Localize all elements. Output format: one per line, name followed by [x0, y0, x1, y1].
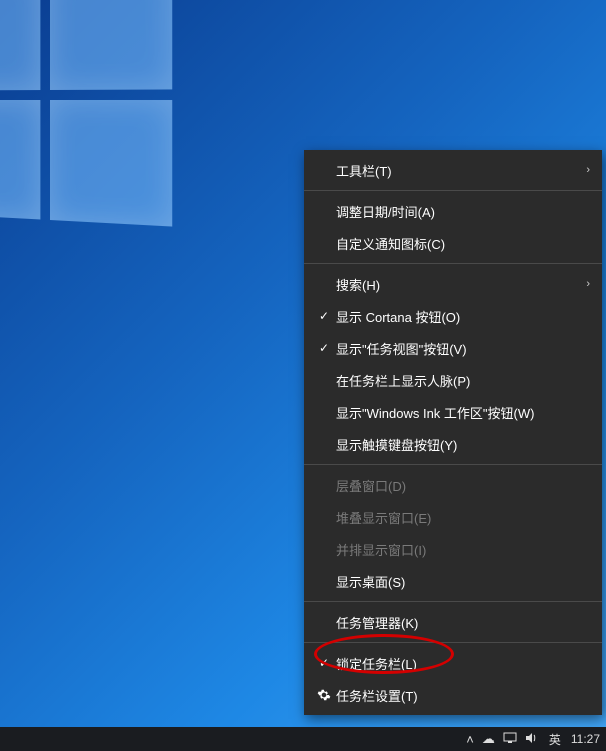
logo-pane [50, 0, 172, 90]
menu-item-label: 搜索(H) [336, 275, 574, 294]
menu-separator [304, 601, 602, 602]
menu-item-label: 工具栏(T) [336, 161, 574, 180]
gear-icon [312, 688, 336, 702]
menu-separator [304, 263, 602, 264]
check-icon: ✓ [312, 309, 336, 323]
check-icon: ✓ [312, 656, 336, 670]
taskbar[interactable]: ˄ ☁ 英 11:27 [0, 727, 606, 751]
menu-item[interactable]: 任务管理器(K) [304, 606, 602, 638]
menu-item-label: 堆叠显示窗口(E) [336, 508, 590, 527]
menu-item[interactable]: 在任务栏上显示人脉(P) [304, 364, 602, 396]
menu-item[interactable]: 显示"Windows Ink 工作区"按钮(W) [304, 396, 602, 428]
menu-item: 堆叠显示窗口(E) [304, 501, 602, 533]
menu-separator [304, 464, 602, 465]
menu-item-label: 显示桌面(S) [336, 572, 590, 591]
system-tray[interactable]: ˄ ☁ [466, 731, 539, 747]
menu-item[interactable]: 显示桌面(S) [304, 565, 602, 597]
menu-item-label: 并排显示窗口(I) [336, 540, 590, 559]
onedrive-icon[interactable]: ☁ [482, 731, 495, 747]
chevron-right-icon: › [574, 164, 590, 176]
menu-separator [304, 642, 602, 643]
menu-item-label: 显示 Cortana 按钮(O) [336, 307, 590, 326]
menu-item-label: 显示"Windows Ink 工作区"按钮(W) [336, 403, 590, 422]
menu-item: 并排显示窗口(I) [304, 533, 602, 565]
menu-item[interactable]: 调整日期/时间(A) [304, 195, 602, 227]
menu-item[interactable]: 工具栏(T)› [304, 154, 602, 186]
taskbar-context-menu: 工具栏(T)›调整日期/时间(A)自定义通知图标(C)搜索(H)›✓显示 Cor… [304, 150, 602, 715]
menu-item: 层叠窗口(D) [304, 469, 602, 501]
menu-item[interactable]: 自定义通知图标(C) [304, 227, 602, 259]
logo-pane [0, 100, 40, 219]
menu-item-label: 显示"任务视图"按钮(V) [336, 339, 590, 358]
logo-pane [50, 100, 172, 227]
menu-item[interactable]: ✓显示"任务视图"按钮(V) [304, 332, 602, 364]
menu-item-label: 自定义通知图标(C) [336, 234, 590, 253]
menu-item-label: 层叠窗口(D) [336, 476, 590, 495]
ime-indicator[interactable]: 英 [549, 731, 561, 748]
menu-item[interactable]: ✓锁定任务栏(L) [304, 647, 602, 679]
menu-item-label: 任务栏设置(T) [336, 686, 590, 705]
menu-item[interactable]: 显示触摸键盘按钮(Y) [304, 428, 602, 460]
menu-item-label: 任务管理器(K) [336, 613, 590, 632]
windows-logo [0, 0, 183, 238]
chevron-right-icon: › [574, 278, 590, 290]
menu-item-label: 显示触摸键盘按钮(Y) [336, 435, 590, 454]
menu-item-label: 调整日期/时间(A) [336, 202, 590, 221]
menu-item[interactable]: ✓显示 Cortana 按钮(O) [304, 300, 602, 332]
menu-item[interactable]: 任务栏设置(T) [304, 679, 602, 711]
menu-item[interactable]: 搜索(H)› [304, 268, 602, 300]
volume-icon[interactable] [525, 732, 539, 747]
menu-item-label: 在任务栏上显示人脉(P) [336, 371, 590, 390]
check-icon: ✓ [312, 341, 336, 355]
network-icon[interactable] [503, 732, 517, 747]
tray-chevron-icon[interactable]: ˄ [466, 732, 474, 747]
clock[interactable]: 11:27 [571, 732, 600, 746]
menu-item-label: 锁定任务栏(L) [336, 654, 590, 673]
menu-separator [304, 190, 602, 191]
logo-pane [0, 0, 40, 91]
